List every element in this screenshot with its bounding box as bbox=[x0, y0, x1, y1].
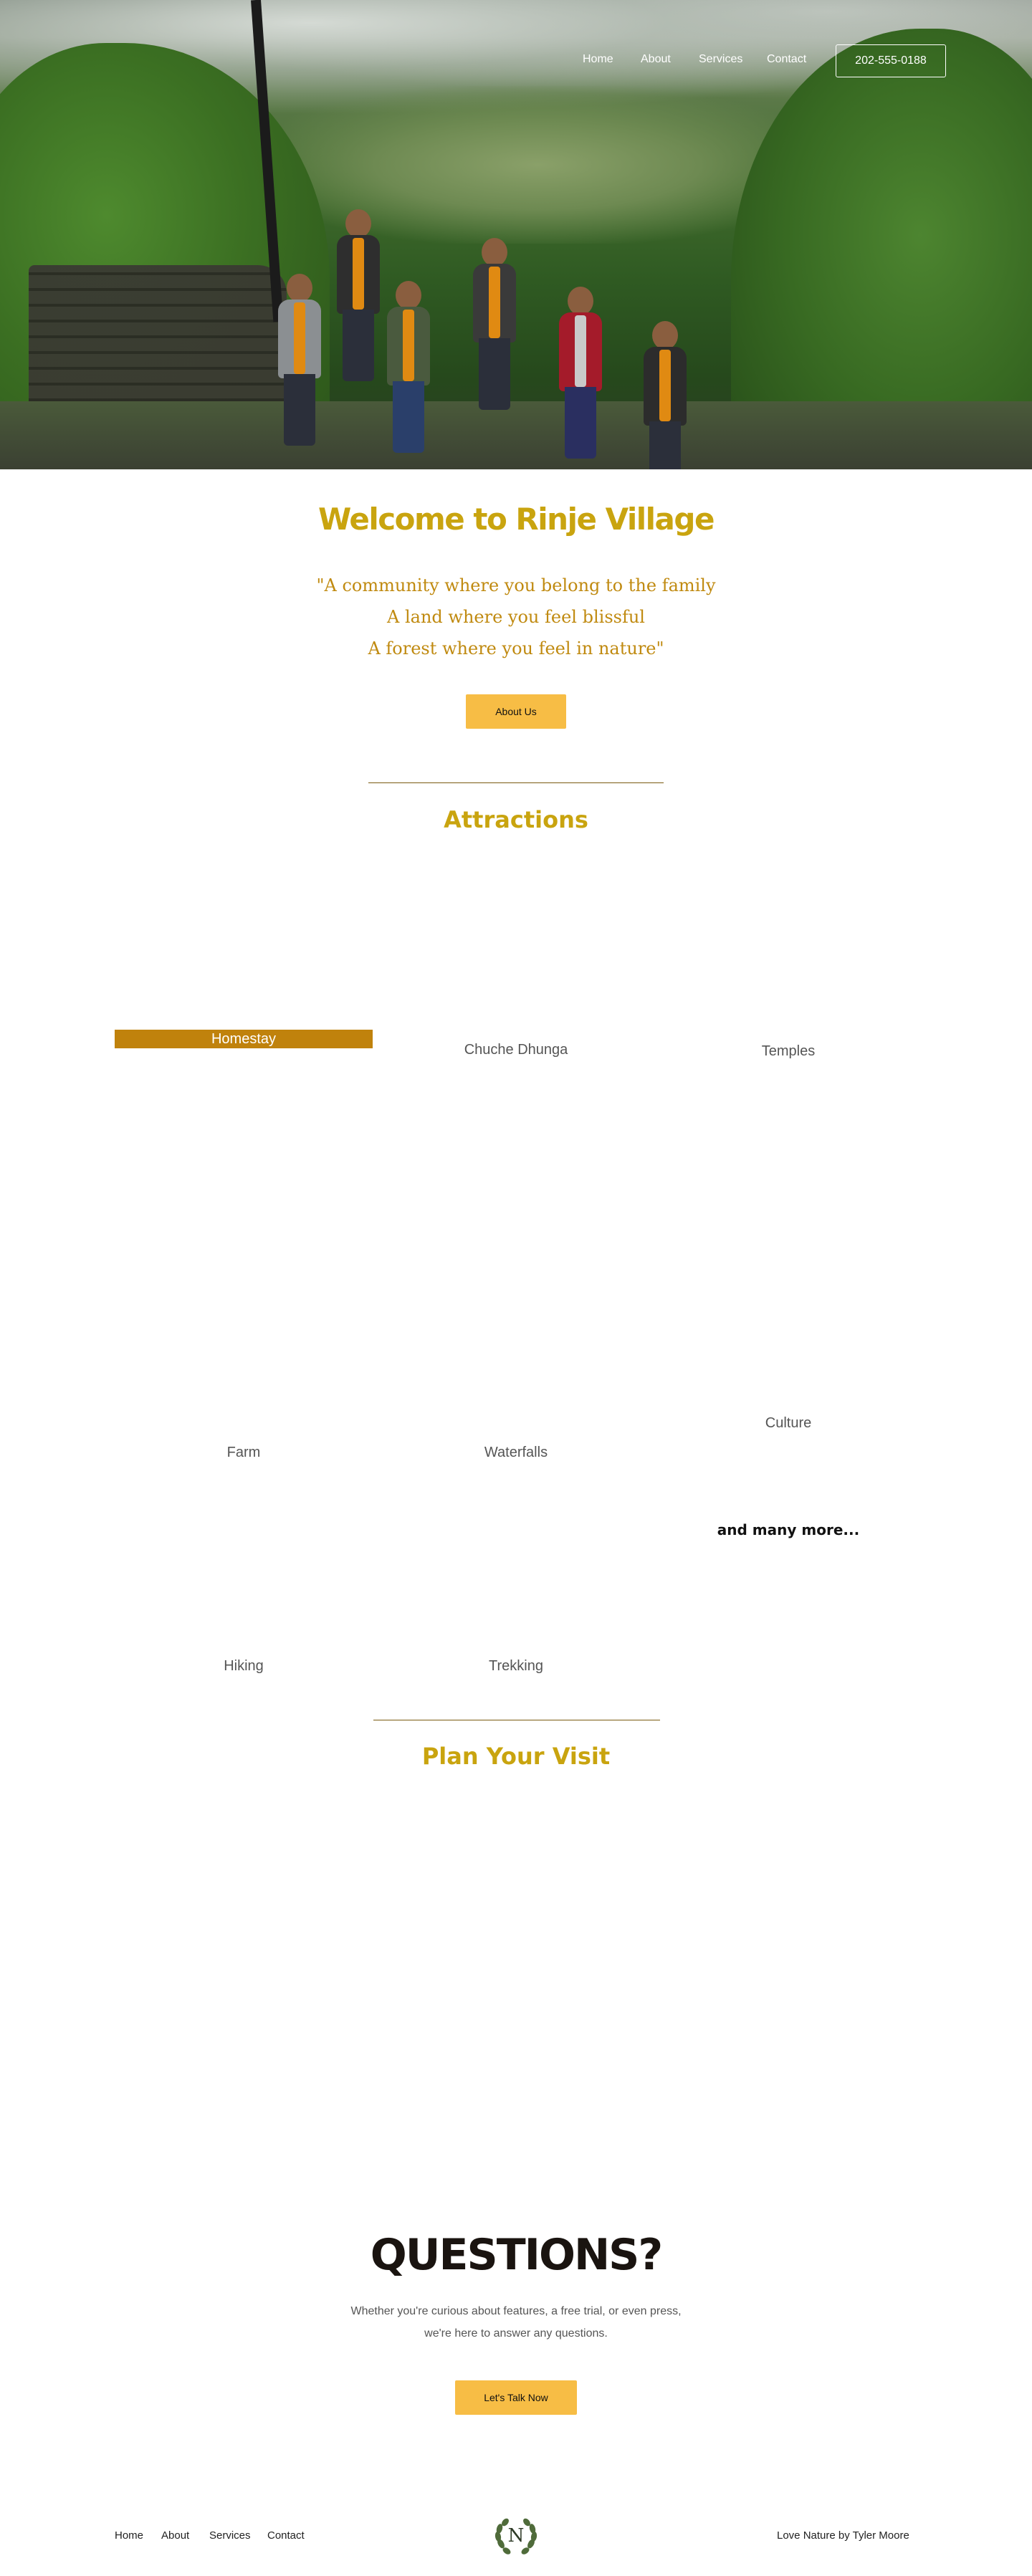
plan-visit-title: Plan Your Visit bbox=[421, 1743, 611, 1770]
attraction-culture[interactable]: Culture bbox=[659, 1415, 917, 1432]
welcome-quote-line: "A community where you belong to the fam… bbox=[316, 575, 716, 595]
attraction-waterfalls[interactable]: Waterfalls bbox=[387, 1445, 645, 1461]
welcome-quote-line: A land where you feel blissful bbox=[387, 607, 645, 627]
attraction-chuche-dhunga[interactable]: Chuche Dhunga bbox=[387, 1042, 645, 1058]
footer-services[interactable]: Services bbox=[209, 2529, 251, 2542]
nav-services[interactable]: Services bbox=[699, 53, 742, 66]
nav-contact[interactable]: Contact bbox=[767, 53, 806, 66]
footer-about[interactable]: About bbox=[161, 2529, 189, 2542]
attraction-trekking[interactable]: Trekking bbox=[387, 1658, 645, 1675]
laurel-logo-icon[interactable]: N bbox=[492, 2515, 540, 2560]
nav-about[interactable]: About bbox=[641, 53, 671, 66]
nav-home[interactable]: Home bbox=[583, 53, 613, 66]
footer-home[interactable]: Home bbox=[115, 2529, 143, 2542]
hero-ground bbox=[0, 401, 1032, 469]
welcome-title: Welcome to Rinje Village bbox=[318, 502, 715, 537]
attraction-hiking[interactable]: Hiking bbox=[115, 1658, 373, 1675]
lets-talk-button[interactable]: Let's Talk Now bbox=[455, 2380, 577, 2415]
phone-button[interactable]: 202-555-0188 bbox=[836, 44, 946, 77]
questions-title: QUESTIONS? bbox=[370, 2230, 663, 2280]
attraction-temples[interactable]: Temples bbox=[659, 1043, 917, 1060]
questions-text: Whether you're curious about features, a… bbox=[350, 2305, 682, 2340]
section-divider bbox=[368, 782, 664, 783]
attractions-more-text: and many more... bbox=[717, 1521, 860, 1538]
footer-contact[interactable]: Contact bbox=[267, 2529, 305, 2542]
top-nav: Home About Services Contact 202-555-0188 bbox=[0, 0, 1032, 122]
attraction-farm[interactable]: Farm bbox=[115, 1445, 373, 1461]
footer-credit: Love Nature by Tyler Moore bbox=[777, 2529, 909, 2542]
about-us-button[interactable]: About Us bbox=[466, 694, 566, 729]
attraction-homestay[interactable]: Homestay bbox=[115, 1030, 373, 1048]
welcome-quote-line: A forest where you feel in nature" bbox=[368, 638, 664, 659]
attractions-title: Attractions bbox=[444, 806, 588, 833]
logo-letter: N bbox=[507, 2525, 525, 2547]
